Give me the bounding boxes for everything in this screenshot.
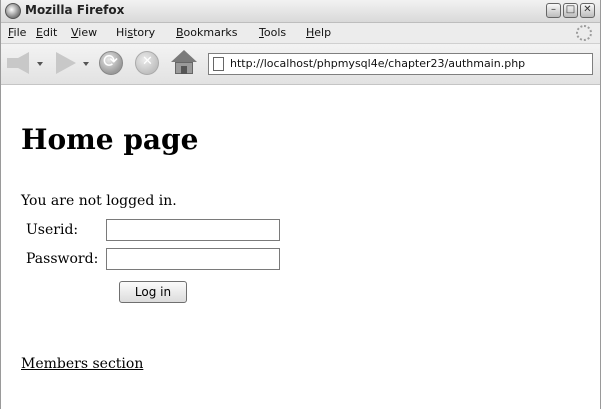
url-bar[interactable]: http://localhost/phpmysql4e/chapter23/au… [208, 53, 593, 75]
menu-view-rest: iew [78, 26, 98, 39]
title-bar: Mozilla Firefox – □ ✕ [1, 0, 600, 23]
menu-bookmarks[interactable]: Bookmarks [176, 26, 237, 39]
menu-history-pre: Hi [116, 26, 128, 39]
menu-help-rest: elp [314, 26, 332, 39]
menu-file-rest: ile [13, 26, 27, 39]
userid-input[interactable] [106, 219, 280, 241]
menu-edit[interactable]: Edit [36, 26, 57, 39]
window-controls: – □ ✕ [546, 3, 595, 18]
back-history-dropdown-icon[interactable] [37, 62, 43, 66]
page-heading: Home page [21, 123, 199, 156]
page-icon [213, 57, 224, 71]
throbber-icon [576, 25, 592, 41]
menu-bookmarks-rest: ookmarks [183, 26, 238, 39]
userid-label: Userid: [26, 222, 79, 238]
menu-tools-rest: ools [263, 26, 287, 39]
menu-edit-accel: E [36, 26, 43, 39]
reload-icon[interactable] [99, 51, 123, 75]
back-arrow-icon[interactable] [7, 52, 29, 74]
close-button[interactable]: ✕ [580, 3, 595, 18]
menu-bar: File Edit View History Bookmarks Tools H… [1, 23, 600, 44]
menu-history-rest: tory [133, 26, 156, 39]
menu-edit-rest: dit [42, 26, 58, 39]
login-status-text: You are not logged in. [21, 193, 177, 209]
menu-file[interactable]: File [8, 26, 26, 39]
menu-tools[interactable]: Tools [259, 26, 286, 39]
menu-history[interactable]: History [116, 26, 155, 39]
home-door [181, 66, 187, 74]
menu-bookmarks-accel: B [176, 26, 184, 39]
firefox-logo-icon [5, 3, 21, 19]
password-label: Password: [26, 251, 99, 267]
forward-arrow-icon[interactable] [56, 52, 76, 74]
url-text[interactable]: http://localhost/phpmysql4e/chapter23/au… [230, 57, 525, 70]
menu-help[interactable]: Help [306, 26, 331, 39]
password-input[interactable] [106, 248, 280, 270]
window-title: Mozilla Firefox [25, 3, 125, 17]
home-roof [171, 50, 197, 62]
forward-history-dropdown-icon[interactable] [83, 62, 89, 66]
menu-view[interactable]: View [71, 26, 97, 39]
navigation-toolbar: http://localhost/phpmysql4e/chapter23/au… [1, 44, 600, 85]
login-button[interactable]: Log in [119, 281, 187, 303]
home-icon[interactable] [171, 50, 197, 76]
page-content: Home page You are not logged in. Userid:… [1, 85, 600, 409]
browser-window: Mozilla Firefox – □ ✕ File Edit View His… [0, 0, 601, 409]
maximize-button[interactable]: □ [563, 3, 578, 18]
stop-icon[interactable] [135, 51, 159, 75]
members-section-link[interactable]: Members section [21, 356, 143, 372]
minimize-button[interactable]: – [546, 3, 561, 18]
